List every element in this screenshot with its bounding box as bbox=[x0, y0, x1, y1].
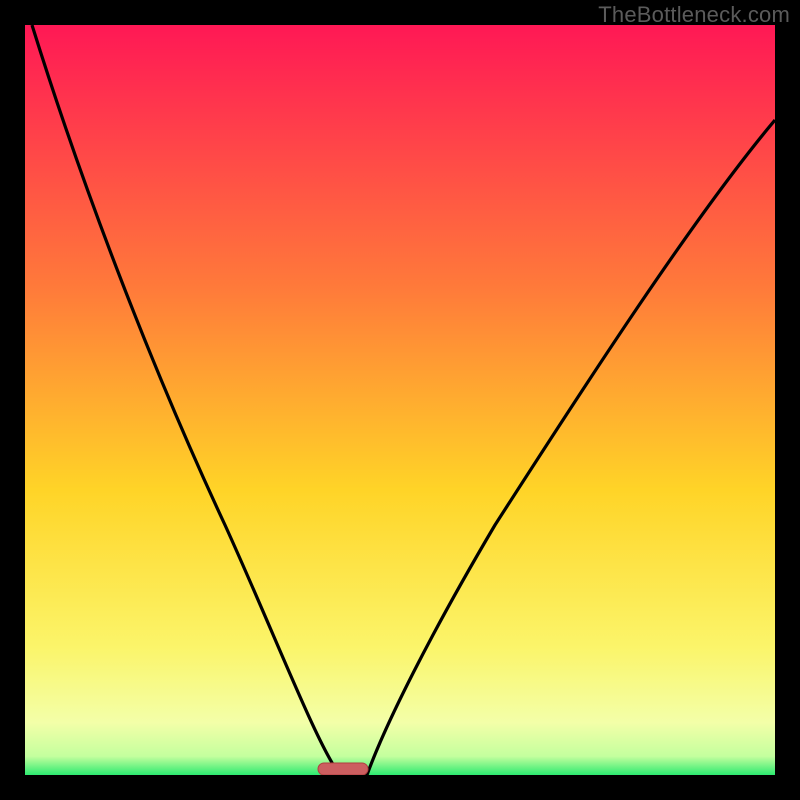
gradient-background bbox=[25, 25, 775, 775]
chart-frame: TheBottleneck.com bbox=[0, 0, 800, 800]
optimal-marker bbox=[318, 763, 368, 775]
watermark-text: TheBottleneck.com bbox=[598, 2, 790, 28]
bottleneck-chart bbox=[25, 25, 775, 775]
